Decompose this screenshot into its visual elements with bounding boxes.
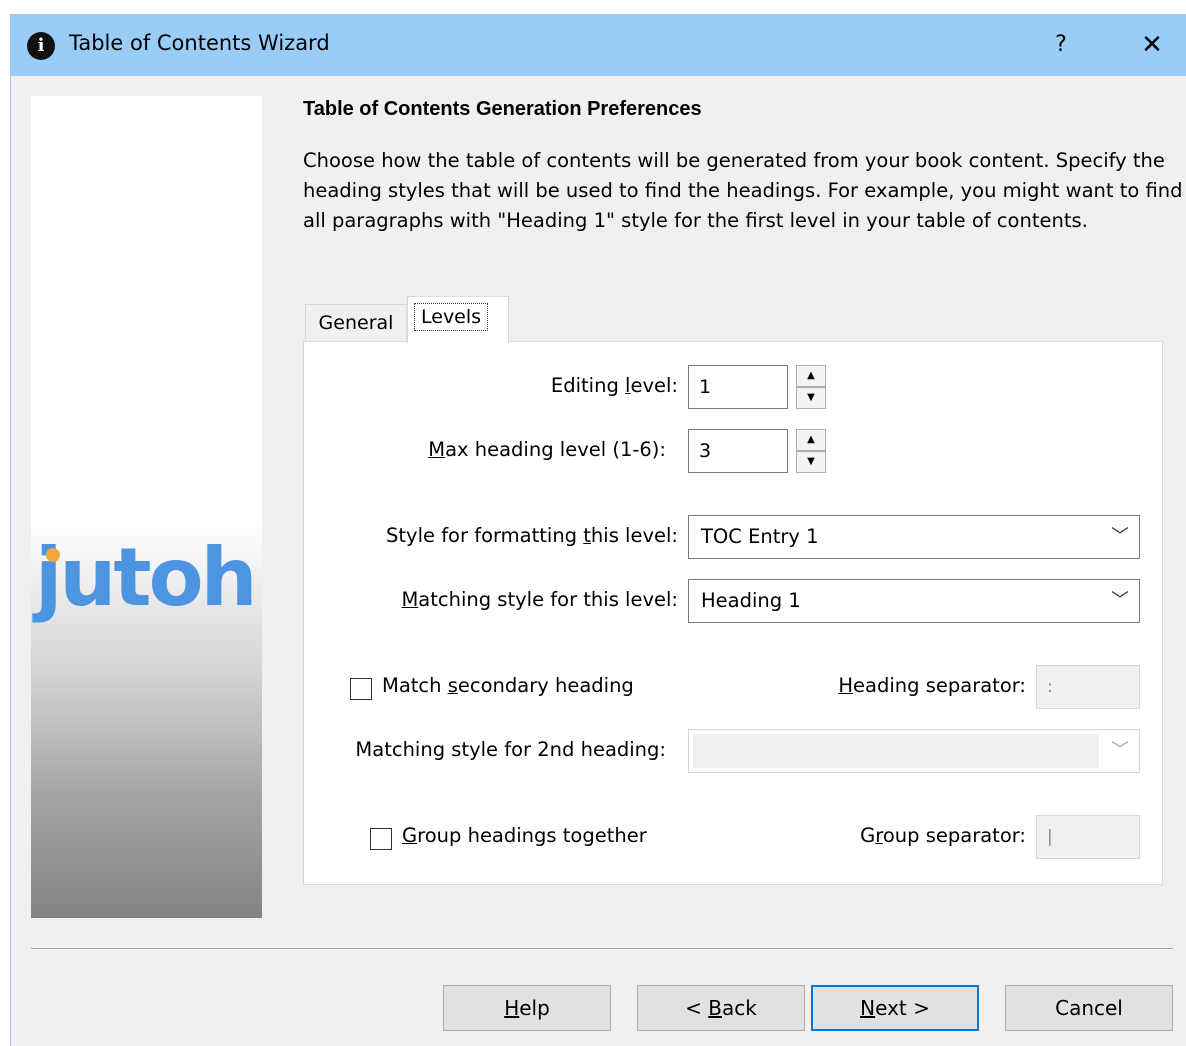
editing-level-input[interactable]: 1: [688, 365, 788, 409]
chevron-down-icon: ﹀: [1111, 590, 1129, 611]
close-button[interactable]: ✕: [1123, 22, 1181, 68]
tab-general[interactable]: General: [305, 304, 407, 341]
back-button[interactable]: < Back: [637, 985, 805, 1031]
spin-up-icon[interactable]: ▲: [796, 429, 826, 451]
matching-style-2nd-label: Matching style for 2nd heading:: [355, 738, 666, 761]
matching-style-dropdown[interactable]: Heading 1 ﹀: [688, 579, 1140, 623]
title-bar: i Table of Contents Wizard ? ✕: [11, 14, 1186, 76]
match-secondary-label[interactable]: Match secondary heading: [382, 674, 634, 697]
jutoh-logo: jutoh: [35, 531, 258, 624]
disabled-fill: [693, 734, 1099, 768]
max-heading-level-spinner[interactable]: ▲ ▼: [796, 429, 826, 475]
spin-down-icon[interactable]: ▼: [796, 387, 826, 409]
help-button[interactable]: Help: [443, 985, 611, 1031]
matching-style-value: Heading 1: [701, 589, 801, 612]
spin-up-icon[interactable]: ▲: [796, 365, 826, 387]
cancel-button[interactable]: Cancel: [1005, 985, 1173, 1031]
page-description: Choose how the table of contents will be…: [303, 149, 1183, 232]
page-heading: Table of Contents Generation Preferences: [303, 98, 702, 120]
heading-separator-label: Heading separator:: [838, 674, 1026, 697]
group-separator-input[interactable]: |: [1036, 815, 1140, 859]
app-info-icon: i: [27, 32, 55, 60]
format-style-value: TOC Entry 1: [701, 525, 819, 548]
max-heading-level-label: Max heading level (1-6):: [428, 438, 666, 461]
wizard-side-image: jutoh: [31, 96, 262, 918]
next-button[interactable]: Next >: [811, 985, 979, 1031]
tab-levels[interactable]: Levels: [407, 296, 509, 343]
logo-dot: [46, 548, 60, 562]
chevron-down-icon: ﹀: [1111, 740, 1129, 761]
editing-level-label: Editing level:: [550, 374, 678, 397]
match-secondary-checkbox[interactable]: [350, 678, 372, 700]
matching-style-label: Matching style for this level:: [401, 588, 678, 611]
chevron-down-icon: ﹀: [1111, 526, 1129, 547]
help-question-button[interactable]: ?: [1031, 22, 1091, 68]
group-separator-label: Group separator:: [860, 824, 1026, 847]
group-headings-label[interactable]: Group headings together: [402, 824, 647, 847]
format-style-dropdown[interactable]: TOC Entry 1 ﹀: [688, 515, 1140, 559]
footer-separator: [31, 948, 1173, 950]
max-heading-level-input[interactable]: 3: [688, 429, 788, 473]
levels-panel: Editing level: 1 ▲ ▼ Max heading level (…: [303, 341, 1163, 885]
spin-down-icon[interactable]: ▼: [796, 451, 826, 473]
tab-levels-label: Levels: [414, 303, 489, 331]
toc-wizard-dialog: i Table of Contents Wizard ? ✕ jutoh Tab…: [10, 14, 1186, 1046]
heading-separator-input[interactable]: :: [1036, 665, 1140, 709]
format-style-label: Style for formatting this level:: [386, 524, 678, 547]
editing-level-spinner[interactable]: ▲ ▼: [796, 365, 826, 411]
group-headings-checkbox[interactable]: [370, 828, 392, 850]
matching-style-2nd-dropdown[interactable]: ﹀: [688, 729, 1140, 773]
window-title: Table of Contents Wizard: [69, 31, 330, 55]
